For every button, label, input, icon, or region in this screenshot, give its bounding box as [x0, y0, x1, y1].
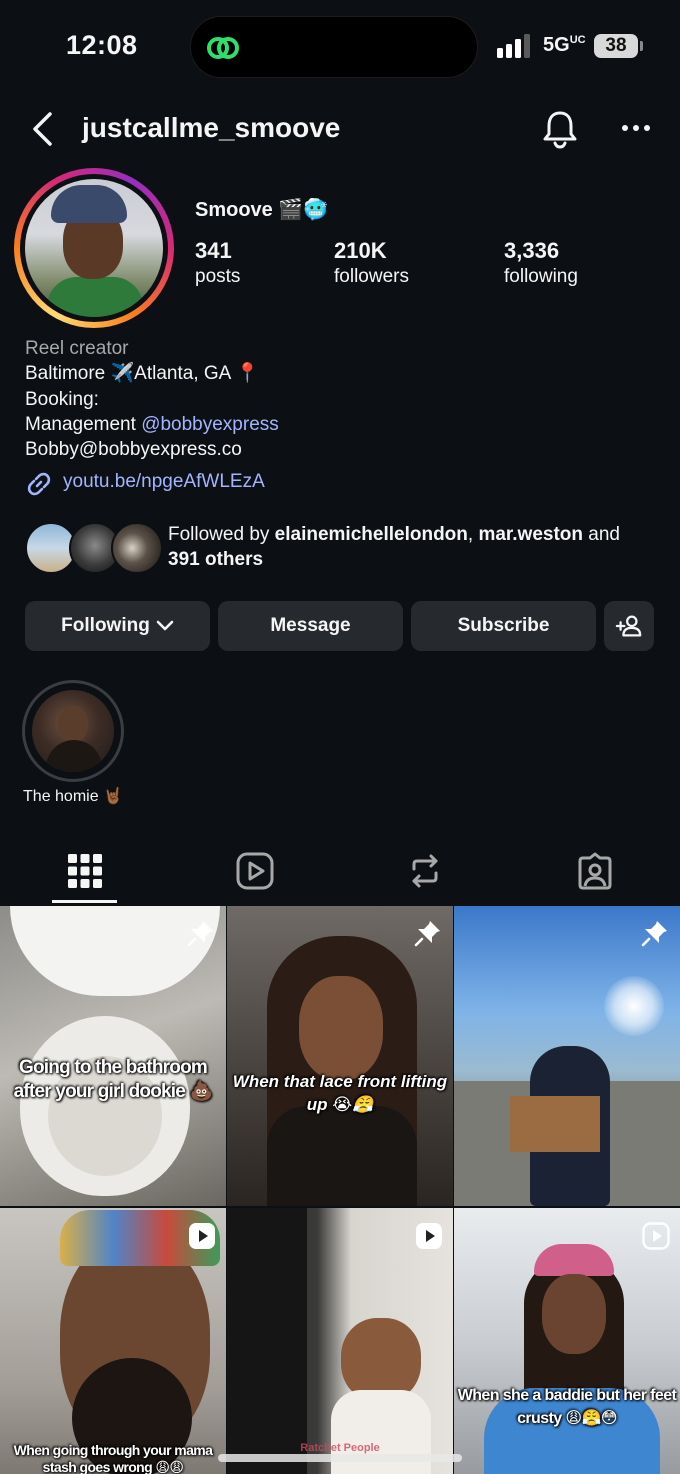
- post-caption: When that lace front lifting up 😭😤: [232, 1072, 448, 1114]
- bio-category: Reel creator: [25, 338, 129, 359]
- tab-grid[interactable]: [0, 846, 170, 904]
- post-caption: When going through your mama stash goes …: [13, 1442, 213, 1474]
- status-time: 12:08: [66, 30, 138, 60]
- reel-icon: [416, 1223, 442, 1249]
- tab-reposts[interactable]: [340, 846, 510, 904]
- pin-icon: [641, 921, 667, 947]
- more-options-icon[interactable]: [616, 116, 656, 140]
- active-tab-indicator: [52, 900, 117, 903]
- stat-followers[interactable]: 210K followers: [334, 238, 409, 288]
- display-name: Smoove 🎬🥶: [195, 199, 329, 221]
- highlight-cover: [32, 690, 114, 772]
- bio-line: Management @bobbyexpress: [25, 413, 279, 435]
- header-username: justcallme_smoove: [82, 112, 341, 143]
- subscribe-button[interactable]: Subscribe: [411, 601, 596, 651]
- tagged-icon: [578, 852, 612, 890]
- grid-post[interactable]: Going to the bathroom after your girl do…: [0, 906, 226, 1206]
- grid-post[interactable]: Ratchet People: [227, 1208, 453, 1474]
- reel-icon: [642, 1222, 670, 1250]
- mutual-followers-avatars[interactable]: [25, 522, 163, 574]
- grid-icon: [68, 854, 102, 888]
- link-icon: [27, 472, 51, 496]
- reel-icon: [189, 1223, 215, 1249]
- profile-avatar[interactable]: [14, 168, 174, 328]
- chevron-down-icon: [156, 620, 174, 631]
- post-caption: Going to the bathroom after your girl do…: [13, 1057, 214, 1102]
- bio-line: Booking:: [25, 388, 99, 410]
- profile-header: justcallme_smoove: [0, 100, 680, 158]
- posts-grid: Going to the bathroom after your girl do…: [0, 906, 680, 1474]
- profile-tabs: [0, 846, 680, 904]
- avatar-photo: [25, 179, 163, 317]
- add-user-icon: [615, 615, 642, 637]
- reels-icon: [236, 852, 274, 890]
- grid-post[interactable]: When that lace front lifting up 😭😤: [227, 906, 453, 1206]
- link-text: youtu.be/npgeAfWLEzA: [63, 471, 265, 492]
- followed-by-text[interactable]: Followed by elainemichellelondon, mar.we…: [168, 522, 658, 572]
- message-button[interactable]: Message: [218, 601, 403, 651]
- dynamic-island[interactable]: [190, 16, 478, 78]
- home-indicator[interactable]: [218, 1454, 462, 1462]
- suggested-users-button[interactable]: [604, 601, 654, 651]
- bell-icon[interactable]: [540, 108, 580, 150]
- stat-following[interactable]: 3,336 following: [504, 238, 578, 288]
- highlight-label: The homie 🤘🏾: [23, 788, 123, 805]
- battery-tip: [640, 41, 643, 51]
- stat-posts[interactable]: 341 posts: [195, 238, 240, 288]
- post-caption: Ratchet People: [300, 1442, 380, 1454]
- bio-line: Baltimore ✈️Atlanta, GA 📍: [25, 363, 260, 385]
- story-highlight[interactable]: [22, 680, 124, 782]
- status-bar: 12:08 5GUC 38: [0, 0, 680, 92]
- signal-icon: [497, 34, 530, 58]
- tab-tagged[interactable]: [510, 846, 680, 904]
- mutual-avatar: [111, 522, 163, 574]
- back-icon[interactable]: [26, 110, 60, 148]
- profile-bio: Reel creator Baltimore ✈️Atlanta, GA 📍 B…: [25, 336, 279, 462]
- bio-line: Bobby@bobbyexpress.co: [25, 439, 242, 461]
- grid-post[interactable]: [454, 906, 680, 1206]
- pin-icon: [414, 921, 440, 947]
- link-activity-icon: [207, 37, 239, 59]
- repost-icon: [412, 854, 438, 888]
- following-button[interactable]: Following: [25, 601, 210, 651]
- grid-post[interactable]: When she a baddie but her feet crusty 😩😤…: [454, 1208, 680, 1474]
- tab-reels[interactable]: [170, 846, 340, 904]
- pin-icon: [187, 921, 213, 947]
- grid-post[interactable]: When going through your mama stash goes …: [0, 1208, 226, 1474]
- post-caption: When she a baddie but her feet crusty 😩😤…: [457, 1387, 677, 1427]
- network-type: 5GUC: [543, 34, 586, 56]
- bio-mention-link[interactable]: @bobbyexpress: [141, 414, 279, 435]
- battery-icon: 38: [594, 34, 638, 58]
